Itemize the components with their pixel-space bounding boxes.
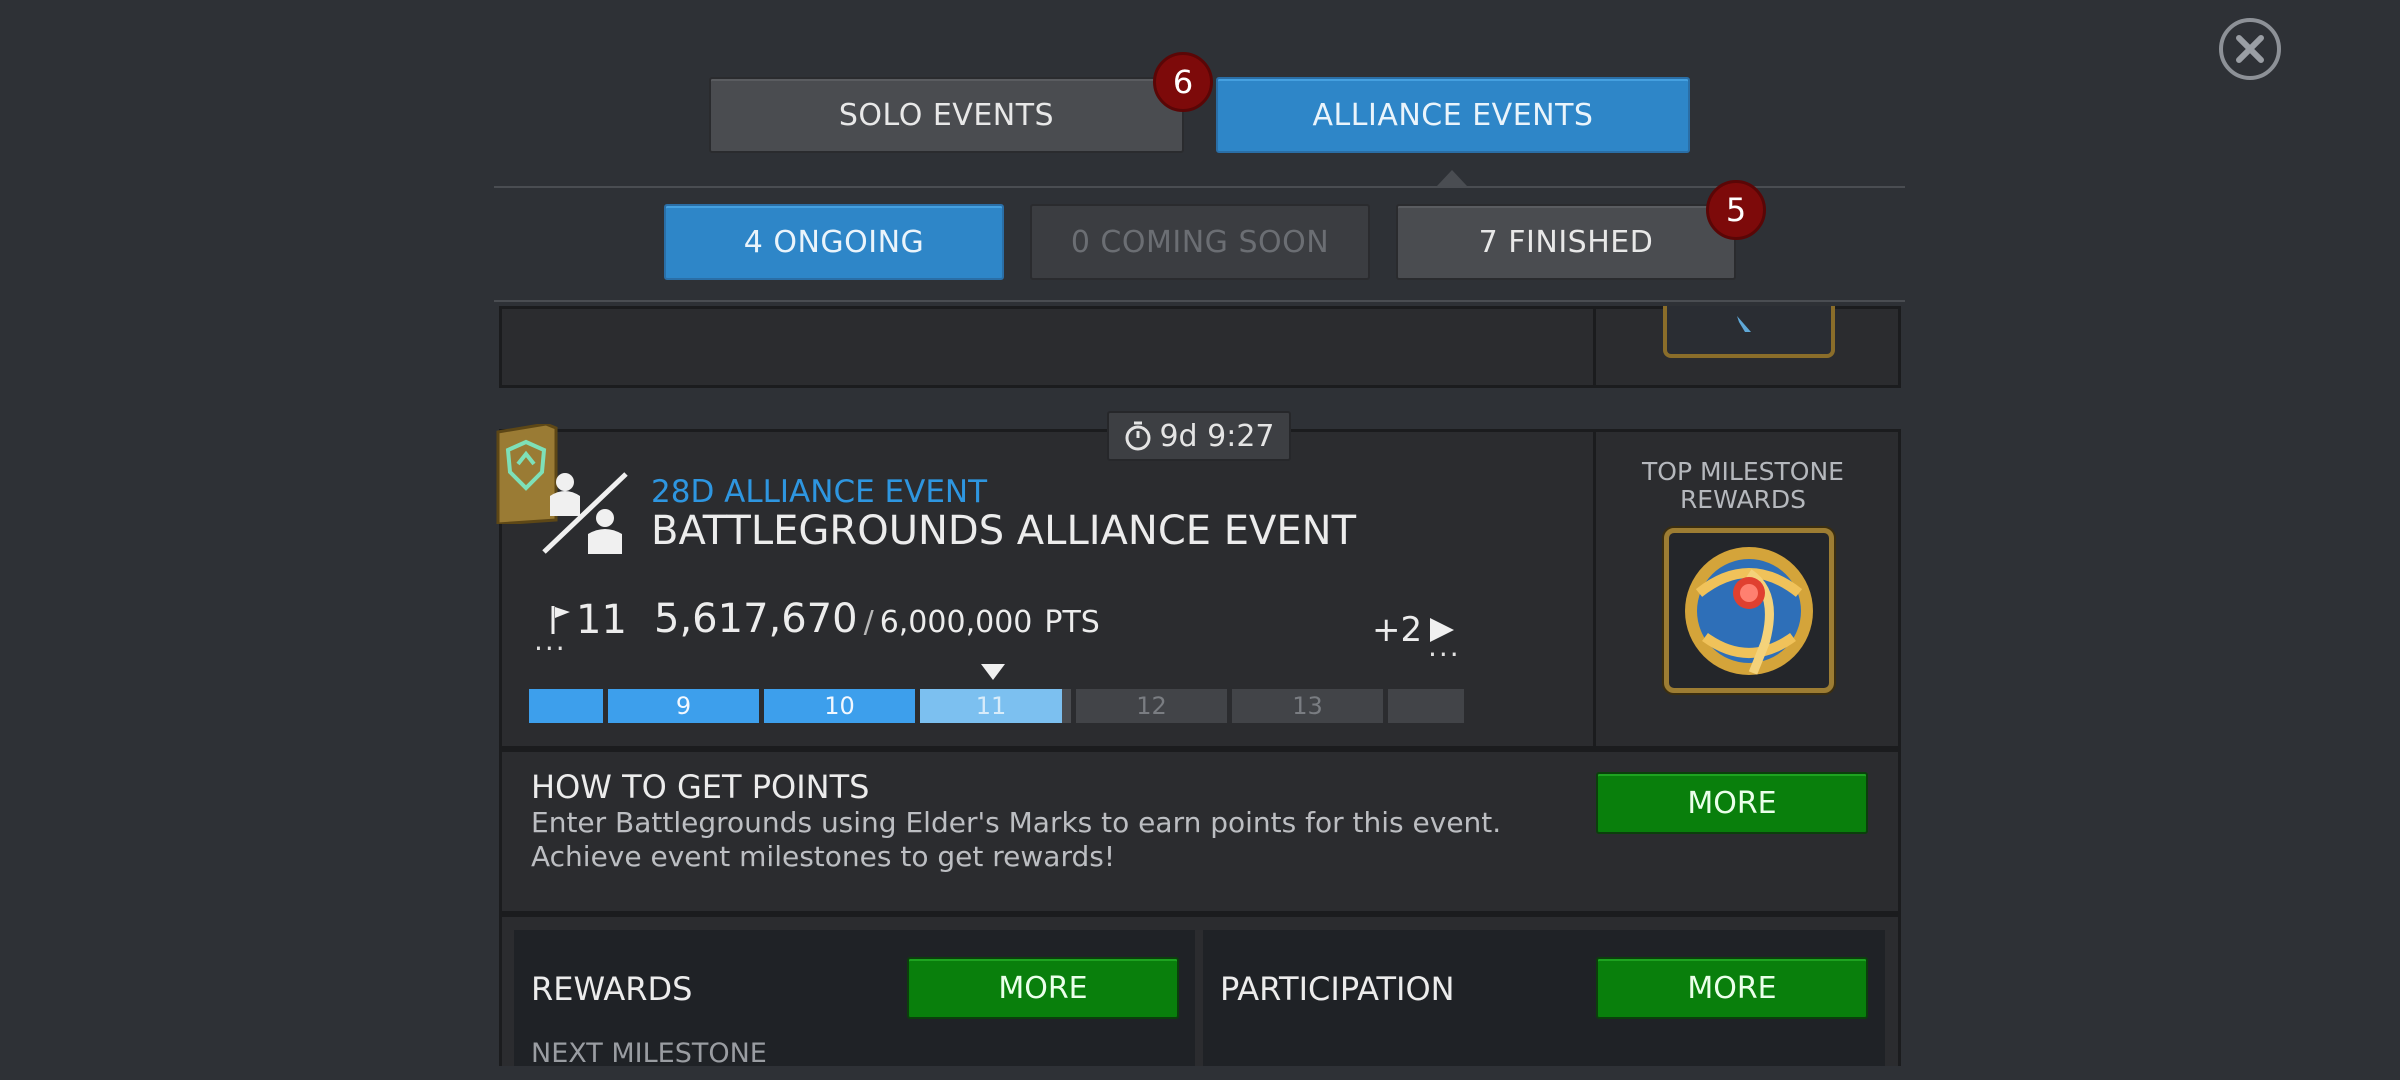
progress-segment: 9 <box>608 689 759 723</box>
event-card-divider <box>1593 432 1596 746</box>
top-rewards-label: TOP MILESTONE REWARDS <box>1642 457 1844 514</box>
filter-coming-soon: 0 COMING SOON <box>1030 204 1370 280</box>
tab-solo-events-label: SOLO EVENTS <box>838 97 1055 133</box>
top-reward-frame[interactable] <box>1664 528 1834 693</box>
how-to-more-button[interactable]: MORE <box>1596 772 1868 834</box>
event-category: 28D ALLIANCE EVENT <box>651 474 988 510</box>
finished-badge-count: 5 <box>1725 191 1747 229</box>
points-current: 5,617,670 <box>654 596 858 642</box>
progress-segment-current: 11 <box>920 689 1062 723</box>
close-icon <box>2236 35 2264 63</box>
previous-card-divider <box>1593 306 1596 388</box>
filter-coming-soon-label: 0 COMING SOON <box>1070 224 1330 260</box>
how-to-heading: HOW TO GET POINTS <box>531 768 870 806</box>
points-separator: / <box>863 605 874 640</box>
tab-alliance-events[interactable]: ALLIANCE EVENTS <box>1216 77 1690 153</box>
filter-ongoing[interactable]: 4 ONGOING <box>664 204 1004 280</box>
bottom-edge <box>0 1066 2400 1080</box>
participation-heading: PARTICIPATION <box>1220 970 1455 1008</box>
stopwatch-icon <box>1125 421 1151 451</box>
participation-more-label: MORE <box>1687 970 1777 1006</box>
rewards-more-button[interactable]: MORE <box>907 957 1179 1019</box>
progress-segment: 12 <box>1076 689 1227 723</box>
progress-segment <box>529 689 603 723</box>
rewards-more-label: MORE <box>998 970 1088 1006</box>
points-target: 6,000,000 <box>879 605 1033 640</box>
finished-badge: 5 <box>1706 180 1766 240</box>
next-milestones-count: +2 <box>1372 610 1423 650</box>
divider-top <box>494 186 1905 188</box>
battlegrounds-icon <box>542 472 628 554</box>
filter-ongoing-label: 4 ONGOING <box>743 224 925 260</box>
how-to-description: Enter Battlegrounds using Elder's Marks … <box>531 806 1502 873</box>
progress-segment: 13 <box>1232 689 1383 723</box>
event-title: BATTLEGROUNDS ALLIANCE EVENT <box>651 508 1356 554</box>
points-unit: PTS <box>1044 605 1100 640</box>
top-reward-crystal-icon <box>1685 547 1813 675</box>
previous-reward-frame <box>1663 306 1835 358</box>
participation-more-button[interactable]: MORE <box>1596 957 1868 1019</box>
next-milestones-ellipsis: ··· <box>1428 638 1461 671</box>
current-milestone-marker-icon <box>981 664 1005 680</box>
progress-segment <box>1388 689 1464 723</box>
divider-bottom <box>494 300 1905 302</box>
rewards-heading: REWARDS <box>531 970 693 1008</box>
filter-finished-label: 7 FINISHED <box>1478 224 1654 260</box>
solo-events-badge: 6 <box>1153 52 1213 112</box>
milestone-flag-icon <box>551 606 570 634</box>
milestone-number: 11 <box>576 597 627 643</box>
points-readout: 5,617,670 / 6,000,000 PTS <box>654 596 1100 642</box>
tab-alliance-events-label: ALLIANCE EVENTS <box>1312 97 1594 133</box>
how-to-more-label: MORE <box>1687 785 1777 821</box>
previous-milestones-ellipsis: ··· <box>534 632 567 665</box>
progress-remainder <box>1062 689 1071 723</box>
tab-solo-events[interactable]: SOLO EVENTS <box>709 77 1184 153</box>
close-button[interactable] <box>2219 18 2281 80</box>
solo-events-badge-count: 6 <box>1172 63 1194 101</box>
next-milestone-label: NEXT MILESTONE <box>531 1038 767 1069</box>
active-tab-pointer-icon <box>1437 170 1467 186</box>
previous-reward-icon <box>1737 316 1751 332</box>
event-timer-text: 9d 9:27 <box>1159 418 1275 454</box>
event-timer: 9d 9:27 <box>1107 411 1291 461</box>
progress-segment: 10 <box>764 689 915 723</box>
filter-finished[interactable]: 7 FINISHED <box>1396 204 1736 280</box>
